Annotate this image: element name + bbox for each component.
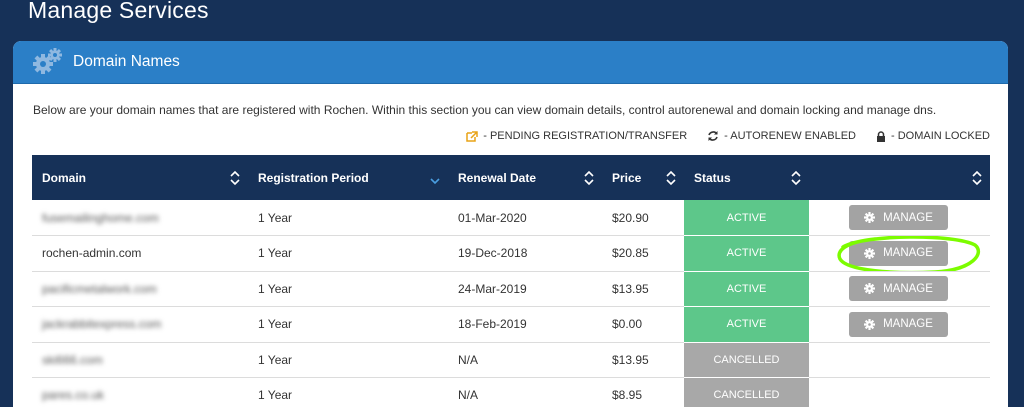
sort-desc-icon	[430, 177, 440, 184]
renewal-date-cell: 18-Feb-2019	[458, 317, 527, 332]
registration-period-cell: 1 Year	[258, 210, 293, 225]
column-header-domain[interactable]: Domain	[32, 155, 248, 200]
sort-icon	[666, 170, 676, 185]
table-row: pares.co.uk 1 Year N/A $8.95 CANCELLED	[32, 377, 990, 407]
action-cell: MANAGE	[809, 235, 990, 271]
gear-icon	[864, 212, 876, 223]
manage-button[interactable]: MANAGE	[849, 311, 948, 337]
action-cell	[809, 378, 990, 407]
manage-button[interactable]: MANAGE	[849, 276, 948, 302]
gears-icon	[33, 48, 62, 74]
price-cell: $0.00	[612, 317, 643, 332]
status-badge: ACTIVE	[684, 200, 809, 236]
status-badge: ACTIVE	[684, 306, 809, 343]
header-label: Renewal Date	[458, 170, 537, 185]
manage-label: MANAGE	[883, 211, 933, 224]
legend-pending: - PENDING REGISTRATION/TRANSFER	[466, 130, 687, 142]
registration-period-cell: 1 Year	[258, 281, 293, 296]
renewal-date-cell: 19-Dec-2018	[458, 246, 528, 261]
legend-autorenew-label: - AUTORENEW ENABLED	[724, 130, 856, 142]
status-badge: ACTIVE	[684, 235, 809, 272]
action-cell: MANAGE	[809, 200, 990, 236]
table-header-row: Domain Registration Period Renewal Date …	[32, 155, 990, 200]
manage-label: MANAGE	[883, 318, 933, 331]
table-row: rochen-admin.com 1 Year 19-Dec-2018 $20.85 A…	[32, 235, 990, 272]
table-row: ski666.com 1 Year N/A $13.95 CANCELLED	[32, 342, 990, 378]
domain-cell[interactable]: fusemailinghome.com	[32, 200, 248, 236]
gear-icon	[864, 318, 876, 330]
price-cell: $8.95	[612, 388, 643, 403]
sort-icon	[230, 170, 240, 185]
action-cell	[809, 342, 990, 378]
header-label: Price	[612, 170, 642, 185]
table-row: jackrabbitexpress.com 1 Year 18-Feb-2019 $0…	[32, 306, 990, 343]
action-cell: MANAGE	[809, 271, 990, 307]
refresh-icon	[708, 131, 718, 141]
lock-icon	[876, 130, 885, 142]
domains-table: Domain Registration Period Renewal Date …	[32, 155, 990, 407]
manage-button[interactable]: MANAGE	[849, 205, 948, 230]
external-link-icon	[466, 130, 478, 142]
domain-cell[interactable]: ski666.com	[32, 342, 248, 378]
table-row: fusemailinghome.com 1 Year 01-Mar-2020 $20.…	[32, 200, 990, 236]
header-label: Status	[694, 170, 731, 185]
column-header-price[interactable]: Price	[602, 155, 684, 200]
legend-locked-label: - DOMAIN LOCKED	[890, 130, 990, 142]
registration-period-cell: 1 Year	[258, 352, 293, 367]
domain-names-panel: Domain Names Below are your domain names…	[13, 41, 1008, 407]
intro-text: Below are your domain names that are reg…	[33, 103, 937, 117]
panel-header: Domain Names	[13, 41, 1008, 84]
legend: - PENDING REGISTRATION/TRANSFER - AUTORE…	[466, 130, 990, 142]
gear-icon	[864, 283, 876, 295]
domain-cell[interactable]: jackrabbitexpress.com	[32, 307, 248, 343]
registration-period-cell: 1 Year	[258, 388, 293, 403]
page-title: Manage Services	[28, 0, 209, 23]
manage-label: MANAGE	[883, 247, 933, 260]
column-header-actions[interactable]	[809, 155, 990, 200]
column-header-renewal-date[interactable]: Renewal Date	[448, 155, 602, 200]
legend-autorenew: - AUTORENEW ENABLED	[707, 130, 856, 142]
column-header-status[interactable]: Status	[684, 155, 809, 200]
column-header-registration-period[interactable]: Registration Period	[248, 155, 448, 200]
registration-period-cell: 1 Year	[258, 317, 293, 332]
status-badge: CANCELLED	[684, 377, 809, 407]
table-row: pacificmetalwork.com 1 Year 24-Mar-2019 $13…	[32, 271, 990, 307]
registration-period-cell: 1 Year	[258, 246, 293, 261]
sort-icon	[584, 170, 594, 185]
gear-icon	[864, 247, 876, 259]
header-label: Domain	[42, 170, 87, 185]
manage-button[interactable]: MANAGE	[849, 240, 948, 266]
sort-icon	[791, 170, 801, 185]
domain-cell[interactable]: rochen-admin.com	[32, 236, 248, 272]
domain-name: rochen-admin.com	[42, 246, 142, 261]
manage-label: MANAGE	[883, 282, 933, 295]
renewal-date-cell: 01-Mar-2020	[458, 210, 527, 225]
renewal-date-cell: 24-Mar-2019	[458, 281, 527, 296]
header-label: Registration Period	[258, 170, 369, 185]
renewal-date-cell: N/A	[458, 352, 479, 367]
domain-name: jackrabbitexpress.com	[42, 317, 162, 332]
legend-pending-label: - PENDING REGISTRATION/TRANSFER	[483, 130, 688, 142]
legend-locked: - DOMAIN LOCKED	[876, 130, 990, 142]
domain-name: pares.co.uk	[42, 388, 105, 403]
domain-name: fusemailinghome.com	[42, 210, 159, 225]
price-cell: $20.90	[612, 210, 649, 225]
status-badge: ACTIVE	[684, 271, 809, 307]
action-cell: MANAGE	[809, 307, 990, 343]
domain-name: pacificmetalwork.com	[42, 281, 157, 296]
sort-icon	[972, 170, 982, 185]
renewal-date-cell: N/A	[458, 388, 479, 403]
price-cell: $13.95	[612, 352, 649, 367]
price-cell: $13.95	[612, 281, 649, 296]
price-cell: $20.85	[612, 246, 649, 261]
domain-name: ski666.com	[42, 352, 103, 367]
panel-title: Domain Names	[73, 53, 180, 70]
status-badge: CANCELLED	[684, 342, 809, 378]
domain-cell[interactable]: pares.co.uk	[32, 378, 248, 407]
domain-cell[interactable]: pacificmetalwork.com	[32, 271, 248, 307]
